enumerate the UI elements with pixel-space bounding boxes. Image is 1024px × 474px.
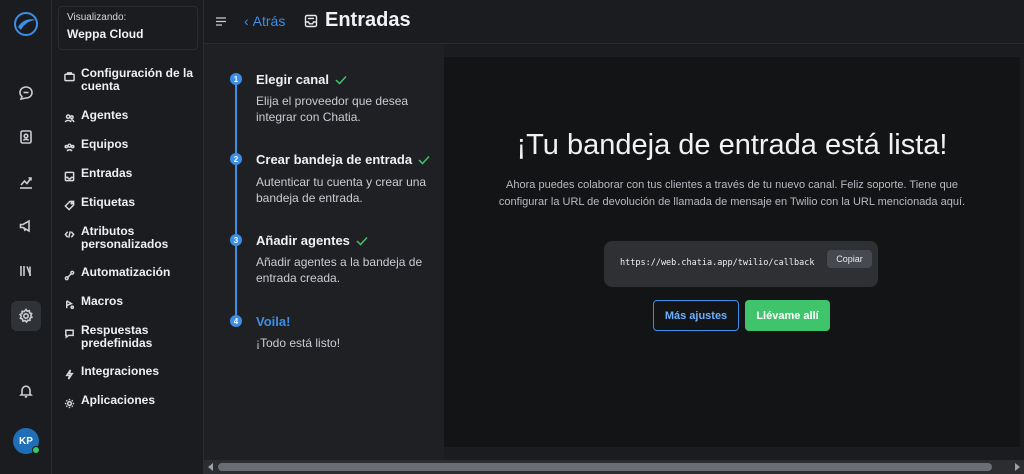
reports-button[interactable] <box>11 167 41 197</box>
sidebar-item-canned-responses[interactable]: Respuestas predefinidas <box>64 324 200 350</box>
page-title: Entradas <box>325 9 411 31</box>
step-desc-3: Añadir agentes a la bandeja de entrada c… <box>256 255 423 285</box>
chat-bubble-icon <box>64 326 75 339</box>
step-number-2: 2 <box>230 153 242 165</box>
sidebar-item-applications[interactable]: Aplicaciones <box>64 393 200 409</box>
code-icon <box>64 227 75 238</box>
step-title-1: Elegir canal <box>256 72 347 87</box>
sidebar-item-label: Atributos personalizados <box>81 224 169 251</box>
sidebar-item-integrations[interactable]: Integraciones <box>64 364 200 380</box>
logo-icon[interactable] <box>12 10 40 38</box>
library-icon <box>20 266 32 276</box>
campaigns-button[interactable] <box>11 211 41 241</box>
people-icon <box>64 111 75 123</box>
app-window: KP Visualizando: Weppa Cloud Configuraci… <box>0 0 1024 474</box>
briefcase-icon <box>64 69 75 82</box>
finish-panel: ¡Tu bandeja de entrada está lista! Ahora… <box>444 57 1020 447</box>
contacts-button[interactable] <box>11 122 41 152</box>
horizontal-scrollbar[interactable] <box>204 460 1024 474</box>
team-icon <box>64 140 75 152</box>
back-label: Atrás <box>252 13 286 29</box>
conversations-button[interactable] <box>11 78 41 108</box>
scrollbar-thumb[interactable] <box>218 463 992 471</box>
automation-icon <box>64 268 75 281</box>
notifications-button[interactable] <box>11 376 41 406</box>
account-caption: Visualizando: <box>67 12 127 23</box>
step-number-1: 1 <box>230 73 242 85</box>
callback-url-box: https://web.chatia.app/twilio/callback C… <box>604 241 878 287</box>
inbox-icon <box>304 14 318 28</box>
sidebar-item-label: Equipos <box>81 137 129 151</box>
chat-icon <box>19 86 33 101</box>
campaigns-icon <box>19 219 30 233</box>
sidebar-item-labels[interactable]: Etiquetas <box>64 195 200 211</box>
sidebar-item-label: Automatización <box>81 265 171 279</box>
chevron-left-icon: ‹ <box>244 13 249 29</box>
step-title-text: Elegir canal <box>256 72 329 87</box>
flash-icon <box>64 367 75 380</box>
menu-icon[interactable] <box>216 17 226 26</box>
icon-rail: KP <box>0 0 52 474</box>
sidebar-item-account-settings[interactable]: Configuración de la cuenta <box>64 67 200 93</box>
check-icon <box>418 155 430 165</box>
step-title-text: Voila! <box>256 314 291 329</box>
sidebar-item-label: Etiquetas <box>81 195 136 209</box>
sidebar-item-custom-attributes[interactable]: Atributos personalizados <box>64 225 200 251</box>
step-title-4: Voila! <box>256 314 290 329</box>
step-desc-4: ¡Todo está listo! <box>256 336 341 350</box>
inbox-icon <box>64 169 75 182</box>
sidebar-item-inboxes[interactable]: Entradas <box>64 166 200 182</box>
check-icon <box>356 236 368 246</box>
tag-icon <box>64 198 75 211</box>
callback-url[interactable]: https://web.chatia.app/twilio/callback <box>620 258 814 268</box>
settings-icon <box>18 308 34 324</box>
inbox-ready-title: ¡Tu bandeja de entrada está lista! <box>516 129 948 161</box>
inbox-ready-description: Ahora puedes colaborar con tus clientes … <box>498 179 966 208</box>
scroll-right-arrow-icon[interactable] <box>1015 463 1020 471</box>
step-title-text: Crear bandeja de entrada <box>256 152 413 167</box>
settings-sidebar: Visualizando: Weppa Cloud Configuración … <box>52 0 204 474</box>
step-title-text: Añadir agentes <box>256 233 350 248</box>
step-desc-1: Elija el proveedor que desea integrar co… <box>256 94 409 124</box>
sidebar-item-label: Macros <box>81 294 124 308</box>
apps-icon <box>64 396 75 409</box>
check-icon <box>335 75 347 85</box>
step-title-3: Añadir agentes <box>256 233 368 248</box>
sidebar-item-agents[interactable]: Agentes <box>64 108 200 123</box>
step-progress-line <box>235 78 237 322</box>
step-number-3: 3 <box>230 234 242 246</box>
step-title-2: Crear bandeja de entrada <box>256 152 430 167</box>
sidebar-item-teams[interactable]: Equipos <box>64 137 200 152</box>
sidebar-item-label: Aplicaciones <box>81 393 156 407</box>
sidebar-item-label: Respuestas predefinidas <box>81 323 153 350</box>
sidebar-item-label: Entradas <box>81 166 133 180</box>
contacts-icon <box>20 130 32 144</box>
sidebar-item-label: Configuración de la cuenta <box>81 66 194 93</box>
account-name: Weppa Cloud <box>67 27 144 41</box>
sidebar-item-macros[interactable]: Macros <box>64 294 200 310</box>
copy-button[interactable]: Copiar <box>827 250 872 268</box>
library-button[interactable] <box>11 256 41 286</box>
page-header: ‹ Atrás Entradas <box>204 0 1024 44</box>
more-settings-button[interactable]: Más ajustes <box>653 300 739 331</box>
step-number-4: 4 <box>230 315 242 327</box>
bell-icon <box>19 385 33 398</box>
online-status-dot <box>32 446 40 454</box>
settings-button[interactable] <box>11 301 41 331</box>
reports-icon <box>20 177 32 189</box>
back-button[interactable]: ‹ Atrás <box>244 13 285 29</box>
step-desc-2: Autenticar tu cuenta y crear una bandeja… <box>256 175 427 205</box>
macros-icon <box>64 297 75 310</box>
account-switcher[interactable]: Visualizando: Weppa Cloud <box>58 6 198 50</box>
sidebar-item-label: Integraciones <box>81 364 160 378</box>
sidebar-item-label: Agentes <box>81 108 129 122</box>
sidebar-item-automation[interactable]: Automatización <box>64 265 200 281</box>
scroll-left-arrow-icon[interactable] <box>208 463 213 471</box>
take-me-there-button[interactable]: Llévame allí <box>745 300 830 331</box>
